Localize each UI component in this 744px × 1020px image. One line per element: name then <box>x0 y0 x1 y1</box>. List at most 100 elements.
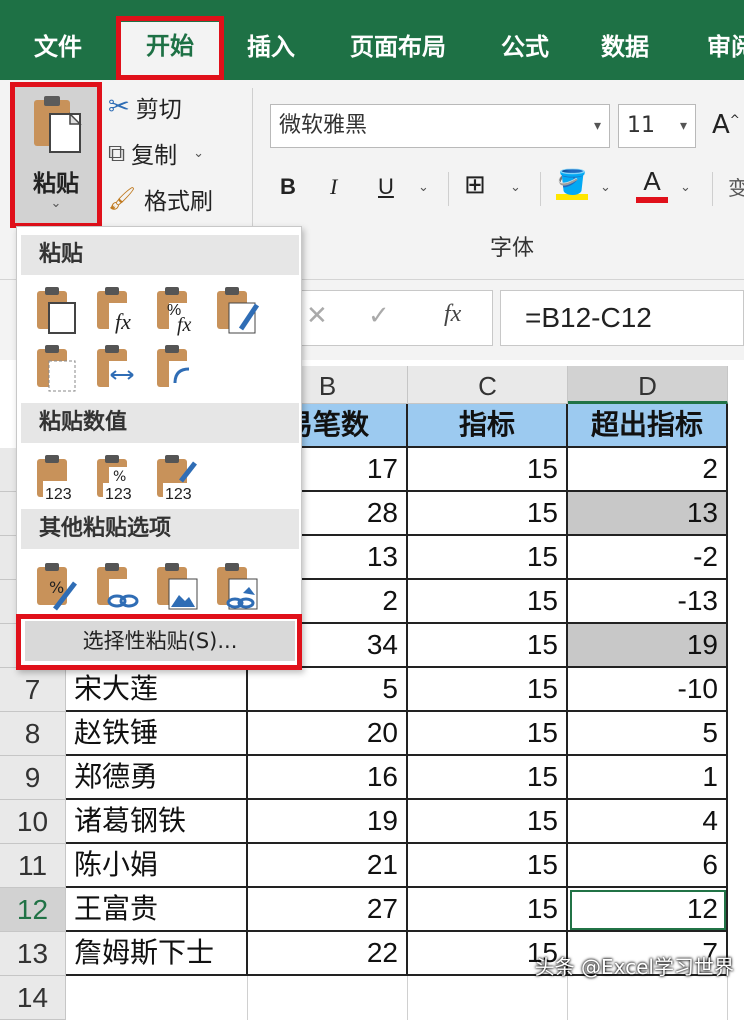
grow-font-button[interactable]: A^ <box>712 110 740 140</box>
column-header-d[interactable]: D <box>568 366 728 404</box>
table-cell[interactable]: 15 <box>408 844 568 888</box>
tab-data[interactable]: 数据 <box>590 0 660 80</box>
row-header[interactable]: 11 <box>0 844 66 888</box>
paste-keep-column-widths-icon[interactable] <box>91 343 143 395</box>
table-cell[interactable] <box>66 976 248 1020</box>
table-cell[interactable]: 2 <box>568 448 728 492</box>
table-cell[interactable]: 19 <box>248 800 408 844</box>
paste-formulas-number-format-icon[interactable]: % fx <box>151 285 203 337</box>
format-painter-button[interactable]: 🖌 格式刷 <box>108 182 213 216</box>
paste-icon[interactable] <box>31 285 83 337</box>
paste-linked-picture-icon[interactable] <box>211 561 263 613</box>
formula-buttons: ✕ ✓ fx <box>295 290 493 346</box>
paste-link-icon[interactable] <box>91 561 143 613</box>
table-cell[interactable]: 陈小娟 <box>66 844 248 888</box>
section-paste: 粘贴 <box>21 235 299 275</box>
table-cell[interactable]: 赵铁锤 <box>66 712 248 756</box>
tab-file[interactable]: 文件 <box>18 0 98 80</box>
table-cell[interactable]: 12 <box>568 888 728 932</box>
table-cell[interactable]: 5 <box>248 668 408 712</box>
italic-button[interactable]: I <box>330 174 337 200</box>
table-cell[interactable]: 15 <box>408 712 568 756</box>
paste-values-number-format-icon[interactable]: % 123 <box>91 453 143 505</box>
table-cell[interactable]: 15 <box>408 668 568 712</box>
borders-dropdown-icon[interactable]: ⌄ <box>510 180 521 195</box>
table-cell[interactable]: 19 <box>568 624 728 668</box>
underline-button[interactable]: U <box>378 174 394 200</box>
paste-formatting-icon[interactable]: % <box>31 561 83 613</box>
table-cell[interactable]: 15 <box>408 624 568 668</box>
borders-icon[interactable]: ⊞ <box>464 170 486 200</box>
paste-formulas-icon[interactable]: fx <box>91 285 143 337</box>
paste-picture-icon[interactable] <box>151 561 203 613</box>
paste-values-icon[interactable]: 123 <box>31 453 83 505</box>
insert-function-icon[interactable]: fx <box>444 301 461 328</box>
paste-special-button[interactable]: 选择性粘贴(S)... <box>25 621 295 661</box>
table-cell[interactable]: 15 <box>408 492 568 536</box>
table-cell[interactable]: 22 <box>248 932 408 976</box>
paste-transpose-icon[interactable] <box>151 343 203 395</box>
tab-home[interactable]: 开始 <box>120 22 220 80</box>
copy-button[interactable]: ⧉ 复制 ⌄ <box>108 136 204 170</box>
table-cell[interactable]: 15 <box>408 448 568 492</box>
table-cell[interactable]: 詹姆斯下士 <box>66 932 248 976</box>
table-cell[interactable]: 5 <box>568 712 728 756</box>
bold-button[interactable]: B <box>280 174 296 200</box>
table-cell[interactable]: -13 <box>568 580 728 624</box>
row-header[interactable]: 9 <box>0 756 66 800</box>
table-cell[interactable]: 15 <box>408 756 568 800</box>
table-cell[interactable]: 15 <box>408 800 568 844</box>
row-header[interactable]: 10 <box>0 800 66 844</box>
paste-values-source-format-icon[interactable]: 123 <box>151 453 203 505</box>
table-cell[interactable]: -10 <box>568 668 728 712</box>
fill-color-dropdown-icon[interactable]: ⌄ <box>600 180 611 195</box>
row-header[interactable]: 14 <box>0 976 66 1020</box>
table-cell[interactable]: 27 <box>248 888 408 932</box>
font-color-dropdown-icon[interactable]: ⌄ <box>680 180 691 195</box>
table-cell[interactable]: 20 <box>248 712 408 756</box>
phonetic-icon[interactable]: 变 <box>728 172 744 201</box>
table-cell[interactable]: 王富贵 <box>66 888 248 932</box>
table-cell[interactable]: 宋大莲 <box>66 668 248 712</box>
font-size-select[interactable]: 11 ▾ <box>618 104 696 148</box>
chevron-down-icon[interactable]: ⌄ <box>193 146 204 161</box>
tab-insert[interactable]: 插入 <box>236 0 306 80</box>
svg-text:123: 123 <box>45 486 72 503</box>
paste-keep-source-format-icon[interactable] <box>211 285 263 337</box>
table-cell[interactable]: 6 <box>568 844 728 888</box>
column-header-c[interactable]: C <box>408 366 568 404</box>
tab-review[interactable]: 审阅 <box>696 0 744 80</box>
table-cell[interactable]: -2 <box>568 536 728 580</box>
enter-icon[interactable]: ✓ <box>368 301 390 331</box>
table-cell[interactable]: 15 <box>408 888 568 932</box>
row-header[interactable]: 8 <box>0 712 66 756</box>
table-cell[interactable] <box>408 976 568 1020</box>
fill-color-button[interactable]: 🪣 <box>556 168 588 200</box>
font-name-select[interactable]: 微软雅黑 ▾ <box>270 104 610 148</box>
table-cell[interactable]: 诸葛钢铁 <box>66 800 248 844</box>
table-cell[interactable] <box>568 976 728 1020</box>
row-header[interactable]: 7 <box>0 668 66 712</box>
table-cell[interactable]: 13 <box>568 492 728 536</box>
row-header[interactable]: 12 <box>0 888 66 932</box>
table-cell[interactable]: 21 <box>248 844 408 888</box>
table-header-cell[interactable]: 超出指标 <box>568 404 728 448</box>
table-cell[interactable]: 郑德勇 <box>66 756 248 800</box>
table-cell[interactable]: 16 <box>248 756 408 800</box>
cancel-icon[interactable]: ✕ <box>306 301 328 331</box>
table-cell[interactable]: 4 <box>568 800 728 844</box>
paste-no-borders-icon[interactable] <box>31 343 83 395</box>
table-cell[interactable]: 1 <box>568 756 728 800</box>
table-header-cell[interactable]: 指标 <box>408 404 568 448</box>
table-cell[interactable]: 15 <box>408 536 568 580</box>
row-header[interactable]: 13 <box>0 932 66 976</box>
paste-button[interactable]: 粘贴 ⌄ <box>14 86 98 224</box>
formula-input[interactable]: =B12-C12 <box>500 290 744 346</box>
table-cell[interactable]: 15 <box>408 580 568 624</box>
tab-page-layout[interactable]: 页面布局 <box>338 0 458 80</box>
cut-button[interactable]: ✂ 剪切 <box>108 90 182 124</box>
tab-formulas[interactable]: 公式 <box>490 0 560 80</box>
underline-dropdown-icon[interactable]: ⌄ <box>418 180 429 195</box>
font-color-button[interactable]: A <box>636 166 668 203</box>
table-cell[interactable] <box>248 976 408 1020</box>
